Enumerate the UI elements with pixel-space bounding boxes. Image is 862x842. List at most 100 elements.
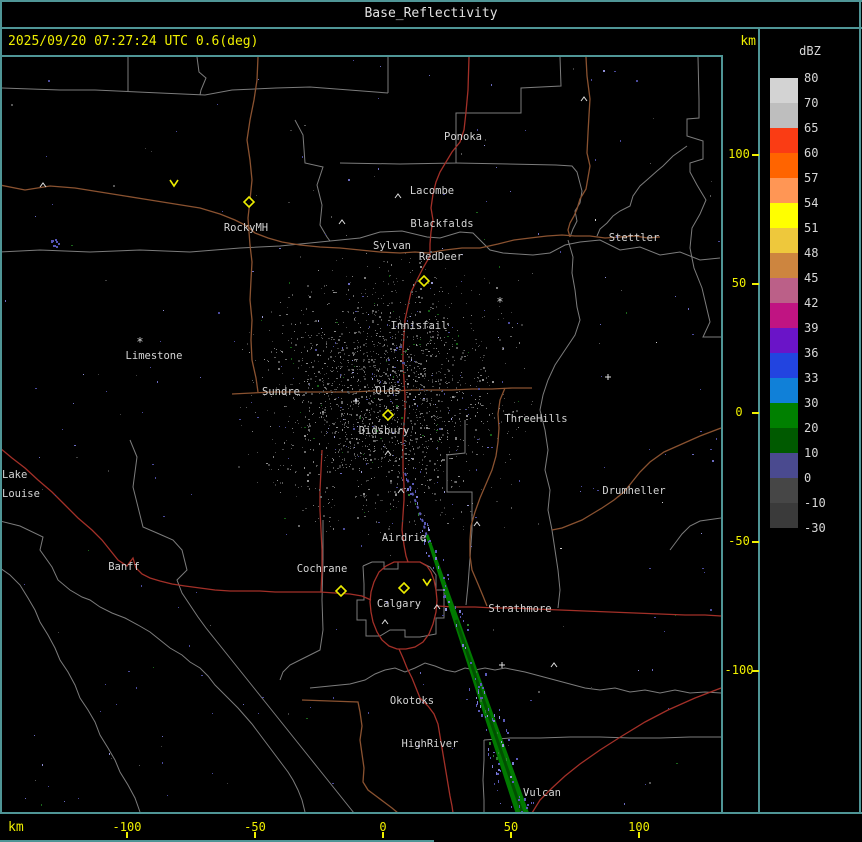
- county-boundary-line: [446, 420, 473, 606]
- clutter-dot: [464, 356, 466, 357]
- noise-dot: [151, 151, 152, 152]
- clutter-dot: [315, 521, 316, 522]
- clutter-dot: [353, 404, 354, 405]
- noise-dot: [98, 374, 99, 375]
- clutter-dot: [343, 467, 344, 468]
- streak-speckle: [447, 574, 449, 576]
- clutter-dot: [413, 468, 414, 469]
- clutter-dot: [346, 426, 347, 427]
- clutter-dot: [381, 312, 382, 314]
- streak-speckle: [485, 710, 486, 713]
- clutter-dot: [333, 423, 335, 425]
- clutter-dot: [416, 335, 418, 337]
- clutter-dot: [400, 346, 402, 348]
- clutter-dot: [398, 443, 399, 444]
- legend-value-label: -10: [804, 496, 826, 510]
- clutter-dot: [324, 435, 325, 436]
- clutter-dot: [347, 360, 349, 361]
- map-markers: **: [39, 96, 611, 668]
- clutter-dot: [461, 281, 462, 282]
- legend-color-block: [770, 378, 798, 403]
- clutter-dot: [516, 347, 517, 348]
- clutter-dot: [435, 404, 436, 405]
- clutter-dot: [379, 399, 381, 401]
- noise-dot: [302, 156, 303, 158]
- clutter-dot: [442, 487, 443, 489]
- clutter-dot: [365, 293, 366, 294]
- clutter-dot: [408, 464, 409, 465]
- clutter-dot: [307, 285, 309, 287]
- clutter-dot: [412, 405, 413, 406]
- clutter-dot: [282, 482, 283, 484]
- clutter-dot: [448, 421, 450, 422]
- clutter-dot: [404, 401, 405, 402]
- clutter-dot: [403, 373, 404, 374]
- clutter-dot: [426, 412, 428, 414]
- clutter-dot: [368, 419, 369, 420]
- clutter-dot: [282, 333, 283, 334]
- clutter-dot: [407, 473, 408, 474]
- clutter-dot: [347, 387, 349, 388]
- clutter-dot: [329, 425, 330, 426]
- noise-dot: [163, 310, 164, 311]
- clutter-dot: [531, 404, 532, 405]
- clutter-dot: [339, 352, 341, 353]
- highway-line-brown: [301, 699, 399, 813]
- clutter-dot: [335, 322, 336, 323]
- radar-app-window: * * Ponoka Lacombe Blackfalds Sylvan RedDeer St…: [0, 0, 862, 842]
- clutter-dot: [341, 462, 342, 463]
- clutter-dot: [416, 381, 418, 382]
- clutter-dot: [430, 343, 431, 344]
- clutter-dot: [438, 351, 439, 352]
- clutter-dot: [238, 466, 240, 468]
- clutter-dot: [426, 355, 428, 356]
- clutter-dot: [385, 373, 387, 375]
- clutter-dot: [288, 458, 289, 459]
- noise-dot: [700, 431, 702, 432]
- clutter-dot: [363, 495, 365, 497]
- legend-color-block: [770, 353, 798, 378]
- streak-speckle: [496, 772, 497, 775]
- clutter-dot: [327, 466, 328, 467]
- clutter-dot: [331, 408, 332, 409]
- clutter-dot: [330, 352, 331, 353]
- legend-value-label: 45: [804, 271, 819, 285]
- clutter-dot: [330, 390, 332, 391]
- clutter-dot: [338, 405, 339, 407]
- clutter-dot: [365, 343, 367, 344]
- clutter-dot: [357, 340, 358, 341]
- clutter-dot: [396, 278, 397, 279]
- clutter-dot: [424, 373, 426, 375]
- clutter-dot: [332, 499, 333, 500]
- clutter-dot: [446, 454, 448, 455]
- legend-color-block: [770, 278, 798, 303]
- clutter-dot: [514, 402, 515, 403]
- clutter-dot: [321, 288, 322, 289]
- clutter-dot: [241, 425, 242, 426]
- clutter-dot: [486, 377, 487, 379]
- clutter-dot: [432, 386, 434, 387]
- clutter-dot: [496, 287, 498, 289]
- clutter-dot: [365, 289, 366, 290]
- clutter-dot: [380, 328, 381, 329]
- clutter-dot: [410, 258, 411, 259]
- clutter-dot: [447, 318, 448, 319]
- noise-dot: [280, 482, 281, 484]
- clutter-dot: [420, 434, 421, 435]
- clutter-dot: [436, 306, 437, 308]
- clutter-dot: [368, 534, 369, 535]
- clutter-dot: [383, 303, 384, 304]
- highway-line-brown: [469, 387, 506, 607]
- clutter-dot: [321, 335, 322, 336]
- clutter-dot: [395, 357, 396, 358]
- clutter-dot: [317, 465, 318, 466]
- clutter-dot: [432, 375, 433, 376]
- streak-speckle: [462, 644, 464, 647]
- clutter-dot: [442, 459, 443, 461]
- clutter-dot: [251, 402, 252, 403]
- clutter-dot: [459, 380, 460, 381]
- clutter-dot: [414, 355, 415, 356]
- clutter-dot: [407, 349, 409, 350]
- clutter-dot: [332, 432, 333, 434]
- clutter-dot: [437, 460, 438, 461]
